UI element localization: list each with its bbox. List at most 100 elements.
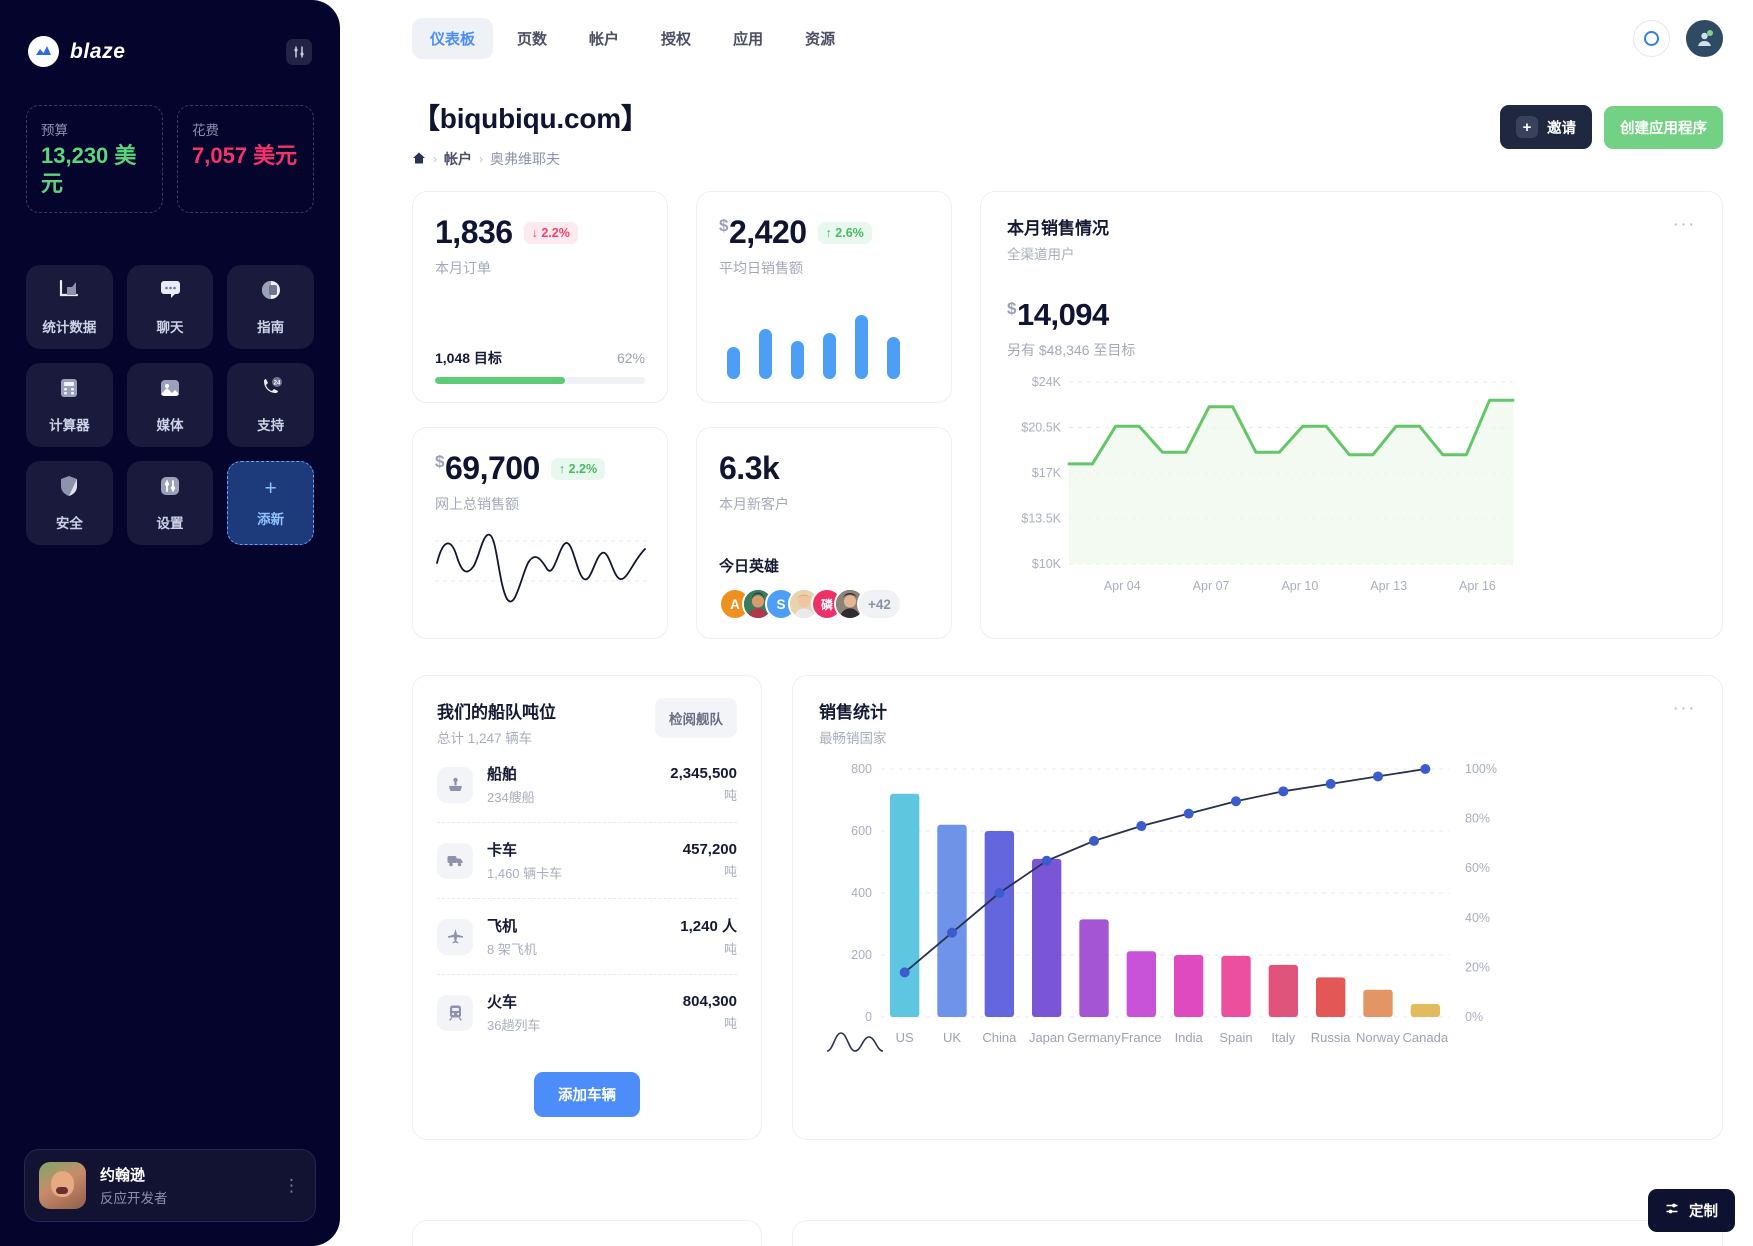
page-title: 【biqubiqu.com】 [412,103,649,134]
phone-24-support-icon: 24 [258,376,284,405]
brand[interactable]: blaze [28,36,126,67]
kpi-value-row: 1,836 ↓ 2.2% [435,214,645,251]
kpi-card-orders[interactable]: 1,836 ↓ 2.2% 本月订单 1,048 目标 62% [412,191,668,403]
svg-text:Russia: Russia [1311,1030,1352,1045]
dashboard-root: blaze 预算 13,230 美元 花费 7,057 美元 统计数据 聊天 指… [0,0,1753,1246]
sliders-settings-icon [158,474,182,503]
table-row[interactable]: 飞机 8 架飞机 1,240 人 吨 [437,899,737,975]
row-meta: 8 架飞机 [487,942,537,957]
card-title: 销售统计 [819,703,887,722]
sidebar-item-add-new[interactable]: + 添新 [227,461,314,545]
tab-resources[interactable]: 资源 [787,18,853,59]
budget-value: 13,230 美元 [41,143,137,196]
table-row[interactable]: 火车 36趟列车 804,300 吨 [437,975,737,1050]
search-circle-icon[interactable] [1633,20,1670,57]
table-row[interactable]: 船舶 234艘船 2,345,500 吨 [437,747,737,823]
table-row[interactable]: 卡车 1,460 辆卡车 457,200 吨 [437,823,737,899]
svg-text:India: India [1175,1030,1204,1045]
card-subtitle: 总计 1,247 辆车 [437,731,533,746]
budget-label: 预算 [41,123,68,138]
breadcrumb-separator: › [479,152,483,166]
shield-icon [57,474,81,503]
kpi-card-new-customers[interactable]: 6.3k 本月新客户 今日英雄 A S 磷 +42 [696,427,952,639]
monthly-sales-card: 本月销售情况 全渠道用户 ··· $14,094 另有 $48,346 至目标 … [980,191,1723,639]
home-icon[interactable] [412,151,426,168]
tab-accounts[interactable]: 帐户 [571,18,637,59]
tab-bar: 仪表板 页数 帐户 授权 应用 资源 [412,18,853,59]
spend-card[interactable]: 花费 7,057 美元 [177,105,314,213]
row-name: 船舶 [487,766,518,783]
sidebar-item-settings[interactable]: 设置 [126,461,214,545]
customize-button[interactable]: 定制 [1648,1189,1735,1232]
row-amount: 1,240 人 [680,918,737,935]
kpi-card-avg-daily-sales[interactable]: $2,420 ↑ 2.6% 平均日销售额 [696,191,952,403]
pareto-chart: 0 200 400 600 800 0% 20% 40% 60% 80% 100% US UK China… [819,755,1696,1080]
add-vehicle-button[interactable]: 添加车辆 [534,1072,640,1117]
svg-text:$17K: $17K [1032,466,1062,480]
svg-text:200: 200 [851,948,872,962]
footer-card-left-partial [412,1220,762,1246]
card-subtitle: 最畅销国家 [819,731,887,746]
sidebar-item-label: 安全 [55,516,83,531]
svg-text:US: US [896,1030,914,1045]
footer-card-right-partial [792,1220,1723,1246]
main-content: 仪表板 页数 帐户 授权 应用 资源 【biqubiqu.com】 › 帐户 ›… [340,0,1753,1246]
sidebar-item-stats[interactable]: 统计数据 [26,265,113,349]
svg-text:$13.5K: $13.5K [1021,512,1061,526]
review-fleet-button[interactable]: 检阅舰队 [655,698,737,738]
sidebar-item-label: 添新 [257,512,285,527]
svg-text:Apr 04: Apr 04 [1104,579,1141,593]
breadcrumb-accounts[interactable]: 帐户 [444,149,472,169]
kpi-delta: 2.2% [568,461,598,476]
kpi-label: 本月新客户 [719,496,789,512]
sidebar-item-label: 指南 [257,320,285,335]
plus-icon: + [1516,116,1538,138]
breadcrumb-current: 奥弗维耶夫 [490,151,560,167]
sliders-icon[interactable] [286,38,312,65]
kpi-value: 6.3k [719,450,780,486]
breadcrumb: › 帐户 › 奥弗维耶夫 [412,149,649,169]
sidebar-item-media[interactable]: 媒体 [126,363,214,447]
sidebar-item-chat[interactable]: 聊天 [126,265,214,349]
plus-icon: + [264,477,277,500]
tab-pages[interactable]: 页数 [499,18,565,59]
budget-card[interactable]: 预算 13,230 美元 [26,105,163,213]
svg-text:Apr 07: Apr 07 [1193,579,1230,593]
svg-text:Germany: Germany [1067,1030,1121,1045]
row-meta: 36趟列车 [487,1018,541,1033]
card-title: 我们的船队吨位 [437,703,556,722]
sidebar-item-security[interactable]: 安全 [26,461,113,545]
ellipsis-icon[interactable]: ··· [1673,214,1696,236]
avatar-stack: A S 磷 +42 [719,588,929,620]
create-app-button[interactable]: 创建应用程序 [1604,105,1723,149]
tab-dashboard[interactable]: 仪表板 [412,18,494,59]
chat-bubble-icon [157,278,183,307]
card-title: 本月销售情况 [1007,219,1109,238]
row-name: 卡车 [487,842,518,859]
goal-percent: 62% [616,350,645,366]
row-unit: 吨 [723,1016,737,1031]
kpi-card-online-sales[interactable]: $69,700 ↑ 2.2% 网上总销售额 [412,427,668,639]
sidebar-item-label: 支持 [257,418,285,433]
user-profile-card[interactable]: 约翰逊 反应开发者 ⋮ [24,1149,316,1222]
kpi-value-row: $69,700 ↑ 2.2% [435,450,645,487]
sidebar-item-support[interactable]: 24 支持 [227,363,314,447]
account-avatar-icon[interactable] [1686,20,1723,57]
sidebar-item-calculator[interactable]: 计算器 [26,363,113,447]
tab-apps[interactable]: 应用 [715,18,781,59]
train-icon [437,994,473,1031]
sales-area-chart: $24K $20.5K $17K $13.5K $10K Apr 04 Apr 07 Apr … [1007,374,1696,615]
ellipsis-icon[interactable]: ··· [1673,698,1696,720]
avatar-overflow-count[interactable]: +42 [857,588,902,620]
svg-text:0: 0 [865,1010,872,1024]
kpi-column-middle: $2,420 ↑ 2.6% 平均日销售额 6.3k 本月新客户 今日英雄 A S… [696,191,952,639]
tab-authorization[interactable]: 授权 [643,18,709,59]
sidebar-item-guide[interactable]: 指南 [227,265,314,349]
kpi-delta: 2.6% [835,225,864,240]
currency-symbol: $ [1007,298,1016,318]
invite-button[interactable]: + 邀请 [1500,105,1592,149]
svg-text:100%: 100% [1465,762,1497,776]
kebab-menu-icon[interactable]: ⋮ [283,1176,301,1196]
brand-name: blaze [70,39,126,63]
image-media-icon [158,376,182,405]
